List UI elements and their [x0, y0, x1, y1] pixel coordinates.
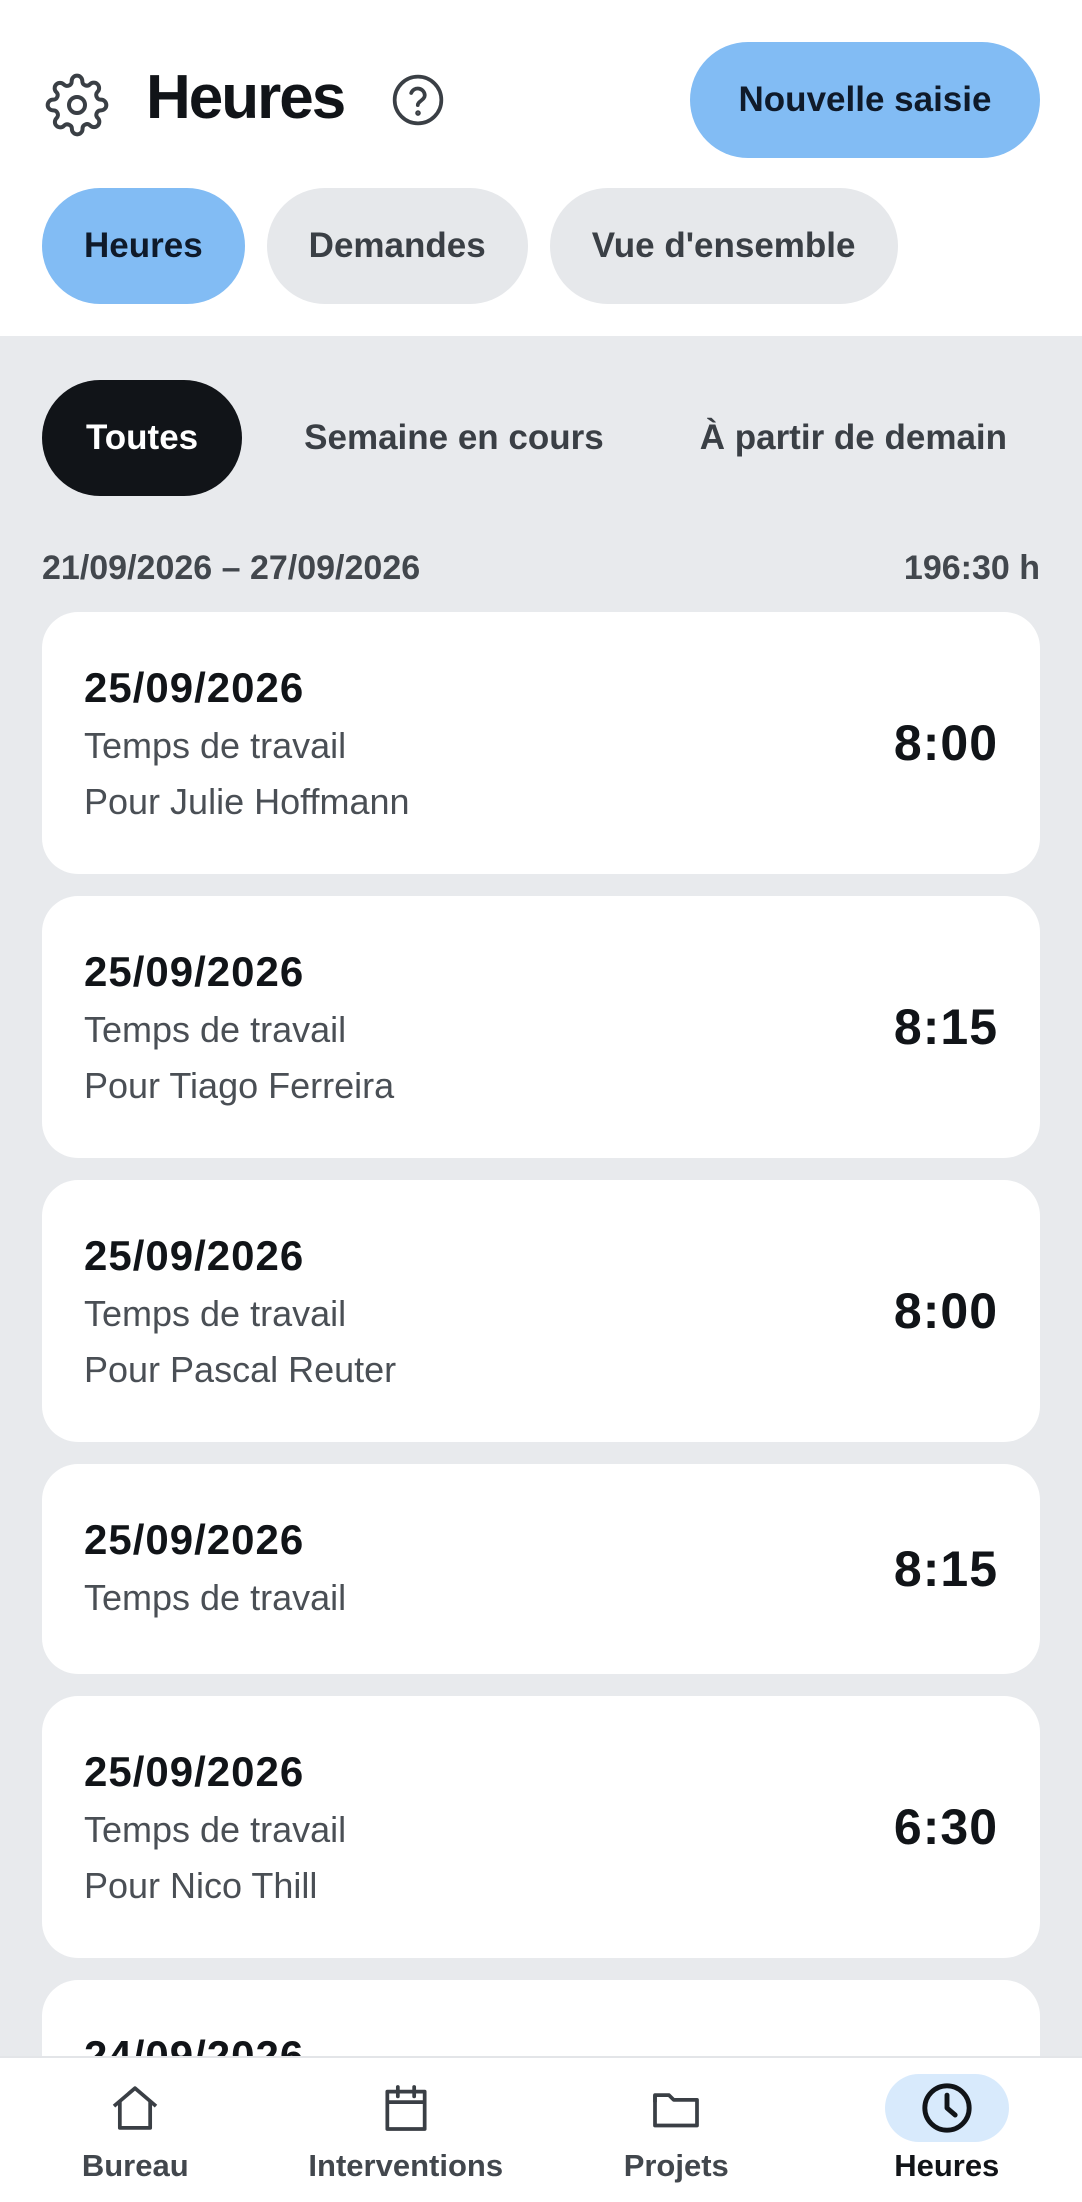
bottom-nav: Bureau Interventions Projets Heures [0, 2056, 1082, 2202]
entry-type: Temps de travail [84, 1577, 347, 1618]
filter-a-partir-de-demain[interactable]: À partir de demain [656, 380, 1059, 496]
nav-label: Projets [623, 2148, 729, 2183]
entry-type: Temps de travail [84, 725, 347, 766]
new-entry-button[interactable]: Nouvelle saisie [690, 42, 1040, 158]
entry-person: Pour Pascal Reuter [84, 1349, 397, 1390]
entry-type: Temps de travail [84, 1009, 347, 1050]
filter-semaine-en-cours[interactable]: Semaine en cours [260, 380, 656, 496]
entry-duration: 8:00 [893, 715, 998, 771]
entry-type: Temps de travail [84, 1809, 347, 1850]
entry-card[interactable]: 25/09/2026 Temps de travail Pour Nico Th… [42, 1696, 1040, 1958]
week-total: 196:30 h [903, 548, 1040, 587]
app-header: Heures Nouvelle saisie Heures Demandes V… [0, 0, 1082, 336]
help-icon[interactable] [390, 72, 446, 128]
entry-date: 25/09/2026 [84, 1232, 305, 1279]
entry-date: 24/09/2026 [84, 2032, 305, 2056]
entry-person: Pour Nico Thill [84, 1865, 318, 1906]
entry-date: 25/09/2026 [84, 1516, 305, 1563]
entry-type: Temps de travail [84, 1293, 347, 1334]
entry-person: Pour Tiago Ferreira [84, 1065, 395, 1106]
entry-date: 25/09/2026 [84, 948, 305, 995]
calendar-icon [344, 2074, 468, 2142]
tab-vue-ensemble[interactable]: Vue d'ensemble [549, 188, 898, 304]
gear-icon[interactable] [44, 72, 110, 138]
tab-heures[interactable]: Heures [42, 188, 245, 304]
page-title: Heures [146, 63, 346, 132]
entry-card[interactable]: 25/09/2026 Temps de travail Pour Tiago F… [42, 896, 1040, 1158]
entry-date: 25/09/2026 [84, 664, 305, 711]
entry-card[interactable]: 25/09/2026 Temps de travail Pour Julie H… [42, 612, 1040, 874]
nav-projets[interactable]: Projets [541, 2058, 812, 2202]
nav-label: Heures [894, 2148, 1000, 2183]
nav-interventions[interactable]: Interventions [271, 2058, 542, 2202]
nav-heures[interactable]: Heures [812, 2058, 1082, 2202]
entry-duration: 8:15 [893, 1541, 998, 1597]
week-range: 21/09/2026 – 27/09/2026 [42, 548, 421, 587]
nav-bureau[interactable]: Bureau [0, 2058, 271, 2202]
main-content[interactable]: Toutes Semaine en cours À partir de dema… [0, 336, 1082, 2056]
entry-person: Pour Julie Hoffmann [84, 781, 410, 822]
entry-duration: 8:00 [893, 1283, 998, 1339]
nav-label: Interventions [308, 2148, 504, 2183]
entry-list: 25/09/2026 Temps de travail Pour Julie H… [42, 612, 1040, 2056]
folder-icon [614, 2074, 738, 2142]
entry-card[interactable]: 25/09/2026 Temps de travail 8:15 [42, 1464, 1040, 1674]
clock-icon [884, 2074, 1009, 2142]
week-summary: 21/09/2026 – 27/09/2026 196:30 h [42, 542, 1040, 594]
entry-card[interactable]: 24/09/2026 [42, 1980, 1040, 2056]
entry-duration: 8:15 [893, 999, 998, 1055]
filter-bar: Toutes Semaine en cours À partir de dema… [42, 380, 1059, 496]
home-icon [73, 2074, 197, 2142]
filter-toutes[interactable]: Toutes [42, 380, 243, 496]
entry-card[interactable]: 25/09/2026 Temps de travail Pour Pascal … [42, 1180, 1040, 1442]
entry-date: 25/09/2026 [84, 1748, 305, 1795]
entry-duration: 6:30 [893, 1799, 998, 1855]
tab-bar: Heures Demandes Vue d'ensemble [42, 188, 898, 304]
nav-label: Bureau [81, 2148, 189, 2183]
tab-demandes[interactable]: Demandes [266, 188, 528, 304]
